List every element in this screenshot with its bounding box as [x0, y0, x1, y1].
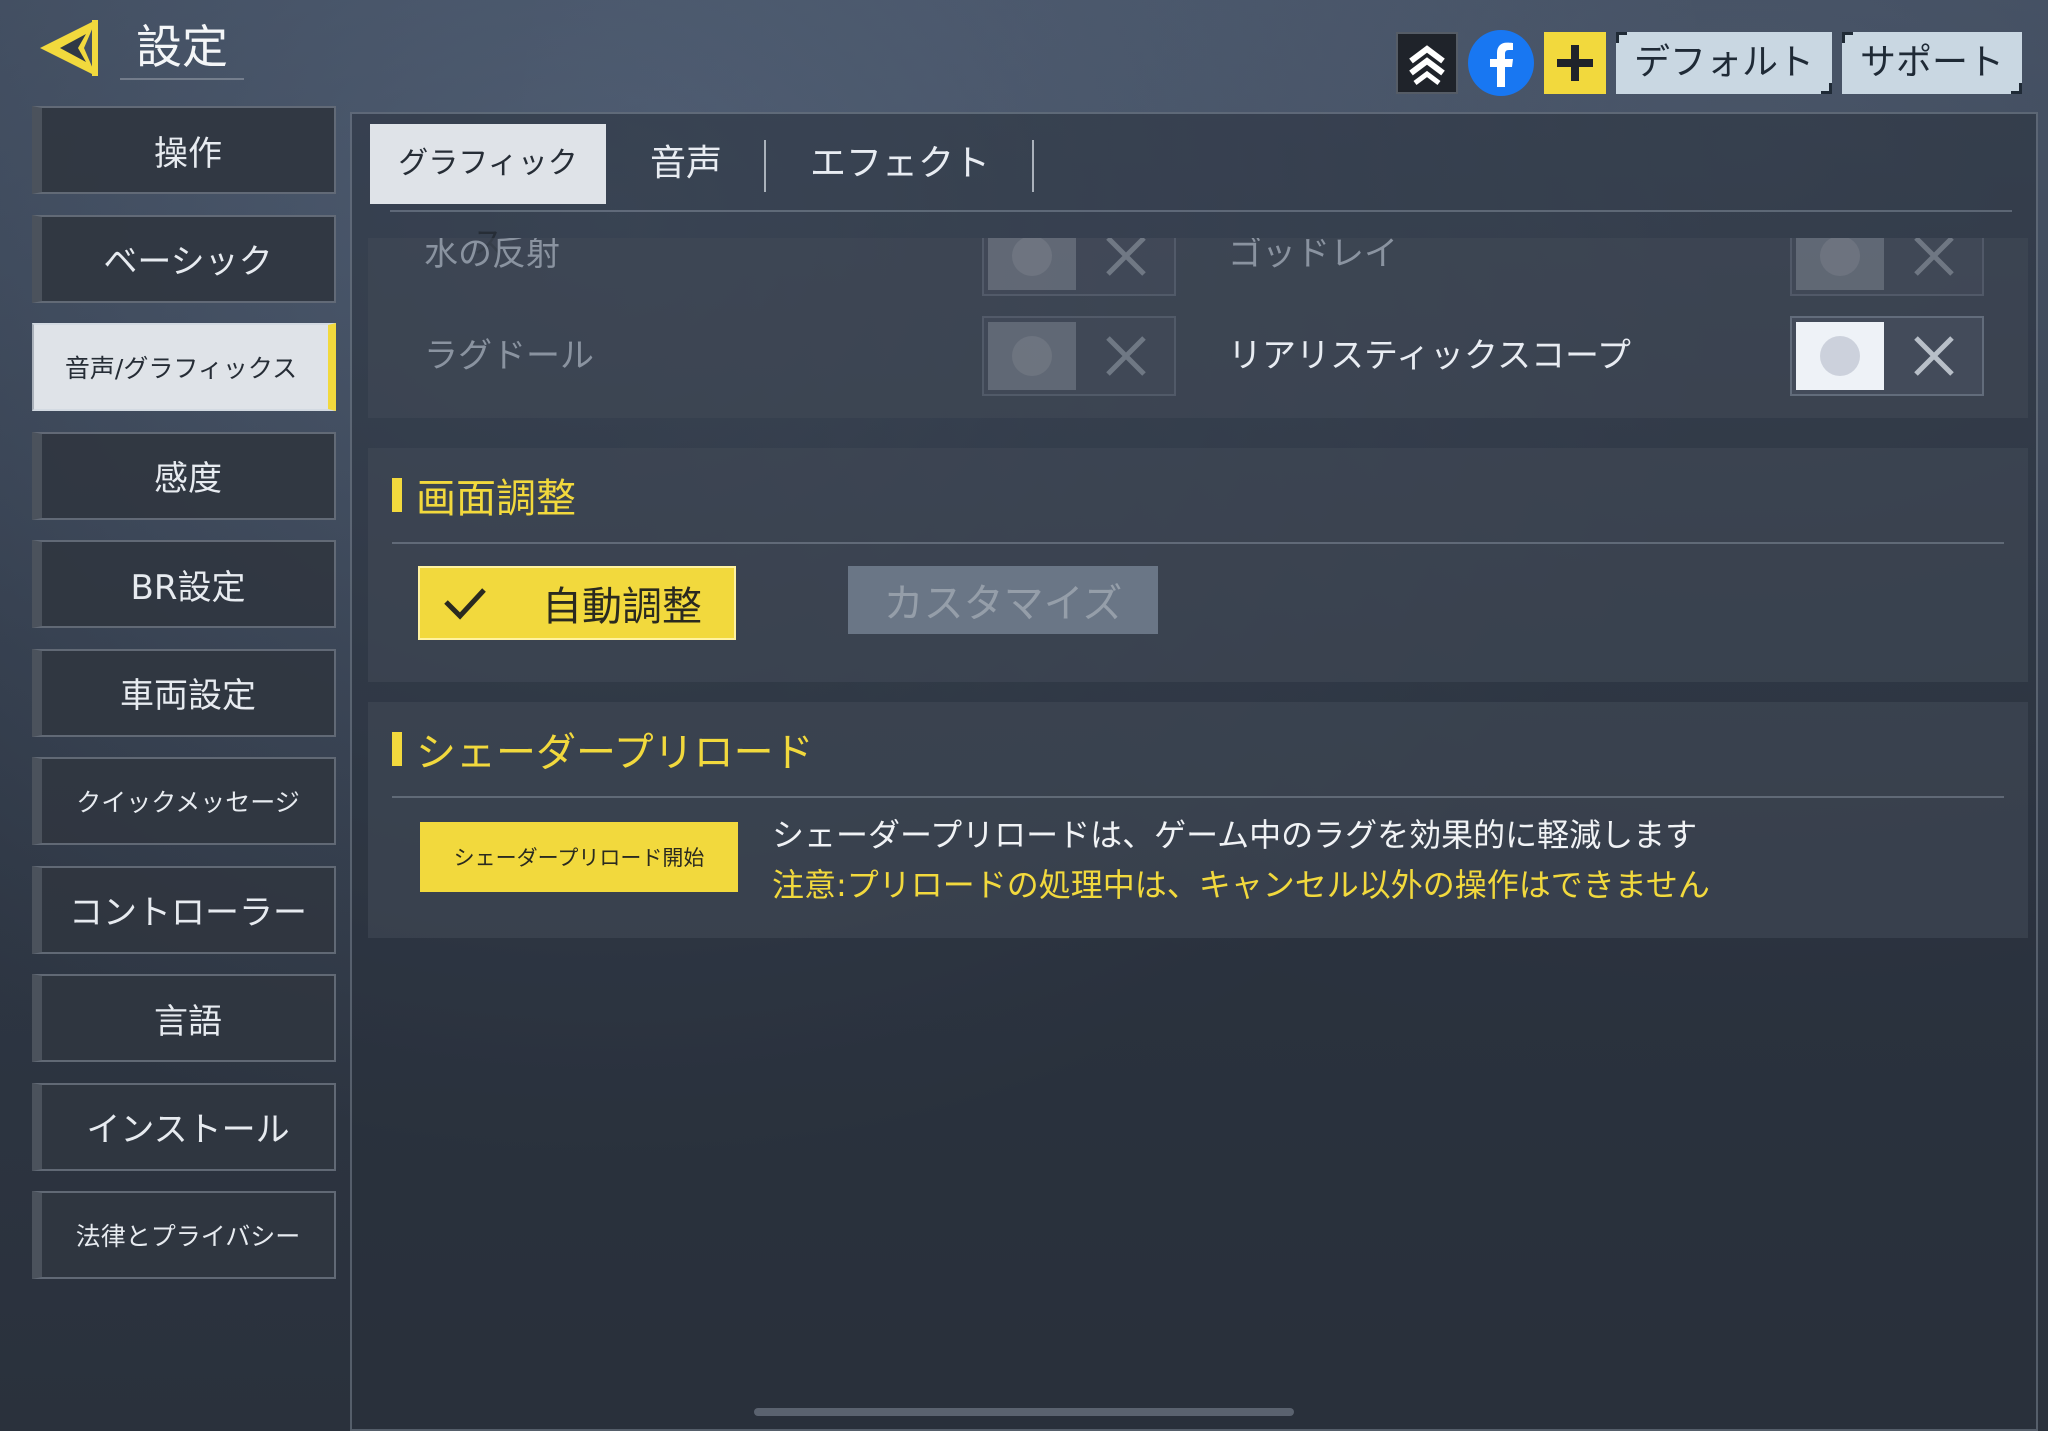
realistic-scope-toggle[interactable]: [1790, 316, 1984, 396]
auto-adjust-button[interactable]: 自動調整: [418, 566, 736, 640]
toggle-knob: [1796, 238, 1884, 290]
facebook-button[interactable]: [1467, 30, 1534, 96]
tab-divider: [390, 210, 2012, 212]
tab-graphics[interactable]: グラフィックス: [370, 124, 606, 261]
toggle-knob: [1796, 322, 1884, 390]
section-marker: [392, 732, 402, 766]
check-icon: [444, 588, 486, 620]
toggle-knob: [988, 322, 1076, 390]
section-marker: [392, 478, 402, 512]
graphics-options-section: 水の反射 ゴッドレイ ラグドール リアリスティックスコープ: [368, 238, 2028, 418]
sidebar-item-audio-graphics[interactable]: 音声/グラフィックス: [32, 323, 336, 411]
close-icon: [1106, 238, 1146, 276]
sidebar-item-language[interactable]: 言語: [32, 974, 336, 1062]
water-reflection-label: 水の反射: [424, 238, 560, 274]
settings-panel: グラフィックス 音声 エフェクト 水の反射 ゴッドレイ ラグドール リアリスティ…: [350, 112, 2038, 1431]
back-arrow-icon: [40, 20, 98, 76]
close-icon: [1914, 238, 1954, 276]
ragdoll-label: ラグドール: [424, 336, 594, 376]
page-title: 設定: [120, 16, 244, 80]
ragdoll-toggle[interactable]: [982, 316, 1176, 396]
screen-adjust-section: 画面調整 自動調整 カスタマイズ: [368, 448, 2028, 682]
section-divider: [392, 542, 2004, 544]
screen-adjust-title: 画面調整: [416, 476, 576, 522]
tab-audio[interactable]: 音声: [606, 124, 767, 204]
shader-preload-description: シェーダープリロードは、ゲーム中のラグを効果的に軽減します: [772, 816, 1698, 854]
god-rays-label: ゴッドレイ: [1228, 238, 1398, 274]
tab-bar: グラフィックス 音声 エフェクト: [370, 122, 1035, 261]
sidebar-item-vehicle-settings[interactable]: 車両設定: [32, 648, 336, 737]
rank-button[interactable]: [1395, 32, 1458, 94]
sidebar-item-br-settings[interactable]: BR設定: [32, 540, 336, 628]
section-divider: [392, 796, 2004, 798]
back-button[interactable]: [32, 14, 104, 82]
sidebar-item-quick-message[interactable]: クイックメッセージ: [32, 757, 336, 845]
start-shader-preload-button[interactable]: シェーダープリロード開始: [420, 822, 738, 892]
sidebar-item-sensitivity[interactable]: 感度: [32, 431, 336, 520]
sidebar-item-controller[interactable]: コントローラー: [32, 865, 336, 954]
plus-icon: [1556, 45, 1593, 81]
rank-chevrons-icon: [1409, 45, 1445, 85]
close-icon: [1106, 336, 1146, 376]
god-rays-toggle[interactable]: [1790, 238, 1984, 296]
customize-button[interactable]: カスタマイズ: [848, 566, 1158, 634]
top-actions: デフォルト サポート: [1395, 30, 2023, 96]
facebook-icon: [1489, 42, 1513, 87]
shader-preload-section: シェーダープリロード シェーダープリロード開始 シェーダープリロードは、ゲーム中…: [368, 702, 2028, 938]
water-reflection-toggle[interactable]: [982, 238, 1176, 296]
sidebar-item-basic[interactable]: ベーシック: [32, 214, 336, 303]
tab-effects[interactable]: エフェクト: [766, 124, 1035, 204]
sidebar-item-controls[interactable]: 操作: [32, 106, 336, 194]
sidebar-item-install[interactable]: インストール: [32, 1082, 336, 1171]
add-button[interactable]: [1543, 32, 1606, 94]
support-button[interactable]: サポート: [1841, 32, 2023, 94]
shader-preload-warning: 注意:プリロードの処理中は、キャンセル以外の操作はできません: [772, 866, 1710, 904]
sidebar: 操作 ベーシック 音声/グラフィックス 感度 BR設定 車両設定 クイックメッセ…: [32, 106, 336, 1300]
sidebar-item-legal-privacy[interactable]: 法律とプライバシー: [32, 1191, 336, 1279]
realistic-scope-label: リアリスティックスコープ: [1228, 336, 1631, 376]
toggle-knob: [988, 238, 1076, 290]
default-button[interactable]: デフォルト: [1615, 32, 1833, 94]
horizontal-scrollbar[interactable]: [754, 1408, 1294, 1416]
close-icon: [1914, 336, 1954, 376]
shader-preload-title: シェーダープリロード: [416, 730, 814, 776]
auto-adjust-label: 自動調整: [542, 584, 702, 630]
